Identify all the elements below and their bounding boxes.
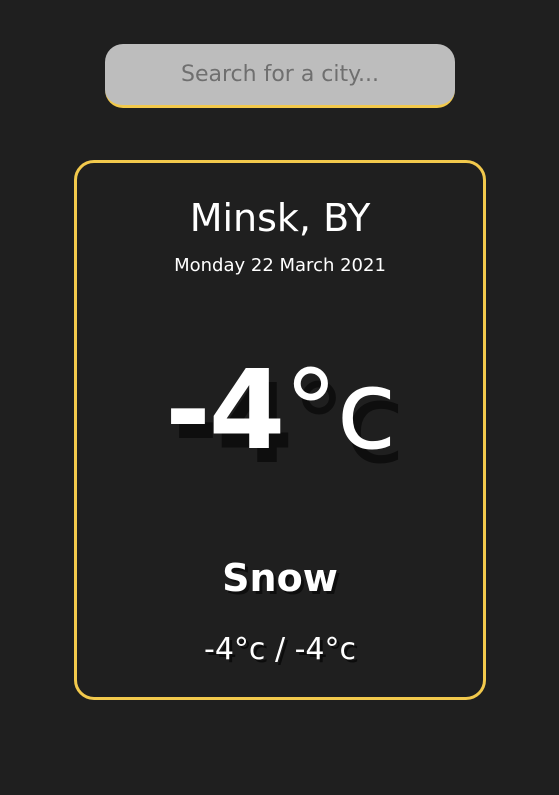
temperature-unit: °c (283, 346, 396, 474)
temperature-value: -4 (165, 346, 285, 474)
temperature-range: -4°c / -4°c (204, 632, 356, 667)
search-input[interactable] (105, 44, 455, 108)
weather-condition: Snow (222, 556, 338, 600)
weather-card: Minsk, BY Monday 22 March 2021 -4°c Snow… (74, 160, 486, 700)
location-title: Minsk, BY (189, 196, 371, 240)
weather-app: Minsk, BY Monday 22 March 2021 -4°c Snow… (0, 0, 559, 795)
temperature: -4°c (77, 355, 483, 465)
date-text: Monday 22 March 2021 (174, 255, 386, 276)
